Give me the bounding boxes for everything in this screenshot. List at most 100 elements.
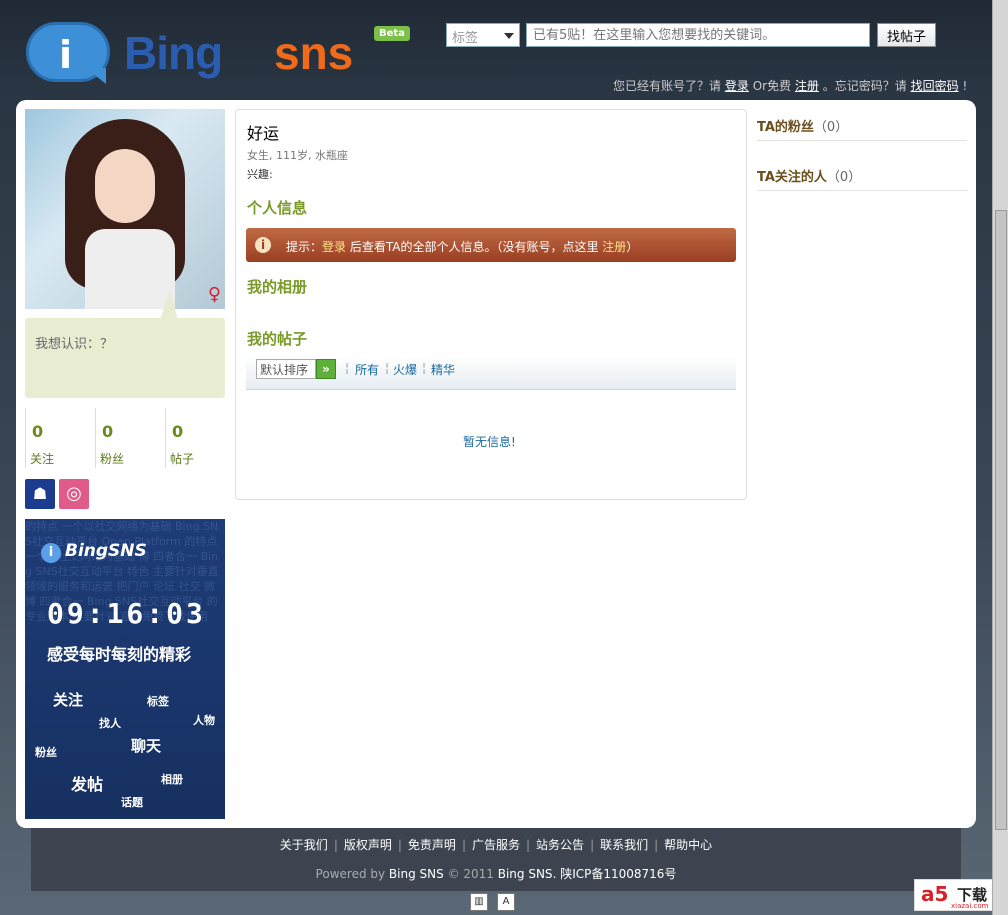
banner-word: 粉丝 — [35, 746, 57, 759]
banner-logo: i BingSNS — [41, 541, 147, 563]
a5-sub: xiazai.com — [951, 902, 989, 910]
banner-word: 聊天 — [131, 737, 162, 755]
forgot-prompt-text: 。忘记密码？请 — [822, 79, 907, 93]
banner-info-icon: i — [41, 543, 61, 563]
footer-divider: | — [333, 838, 338, 852]
footer-link-copyright[interactable]: 版权声明 — [344, 838, 392, 852]
a5-watermark-logo: a5 下载 xiazai.com — [914, 879, 1002, 911]
section-title-personal-info: 个人信息 — [247, 199, 308, 217]
section-title-album: 我的相册 — [247, 278, 308, 296]
vertical-scrollbar[interactable] — [992, 0, 1008, 915]
login-link[interactable]: 登录 — [725, 79, 749, 93]
msn-icon[interactable]: ☗ — [25, 479, 55, 509]
logo-bubble-tail — [86, 68, 106, 84]
filter-featured[interactable]: 精华 — [431, 361, 455, 378]
powered-prefix: Powered by — [315, 867, 389, 881]
footer-link-ads[interactable]: 广告服务 — [472, 838, 520, 852]
copyright-text: © 2011 — [443, 867, 498, 881]
login-tip-bar: i 提示：登录 后查看TA的全部个人信息。（没有账号，点这里 注册） — [246, 228, 736, 262]
tip-suffix: ） — [626, 240, 639, 254]
stats-counter-icon[interactable]: ▥ — [470, 893, 488, 911]
banner-clock: 09:16:03 — [47, 597, 206, 630]
forgot-password-link[interactable]: 找回密码 — [911, 79, 959, 93]
speech-tail — [160, 290, 178, 320]
banner-word: 发帖 — [71, 775, 104, 794]
footer-divider: | — [590, 838, 595, 852]
chevron-down-icon — [504, 33, 514, 39]
footer-link-help[interactable]: 帮助中心 — [664, 838, 712, 852]
banner-word: 标签 — [147, 695, 169, 708]
banner-word: 人物 — [193, 714, 215, 727]
filter-all[interactable]: 所有 — [355, 361, 379, 378]
stat-following[interactable]: 0 关注 — [25, 408, 93, 468]
beta-badge: Beta — [374, 26, 410, 41]
footer-divider: | — [461, 838, 466, 852]
stat-value: 0 — [102, 422, 114, 441]
section-title-posts: 我的帖子 — [247, 330, 308, 348]
footer-link-announcements[interactable]: 站务公告 — [536, 838, 584, 852]
sort-select[interactable]: 默认排序 — [256, 359, 316, 379]
dribbble-icon[interactable]: ◎ — [59, 479, 89, 509]
stat-label: 关注 — [30, 452, 55, 466]
scrollbar-thumb[interactable] — [995, 210, 1007, 830]
following-heading[interactable]: TA关注的人（0） — [757, 166, 861, 185]
footer-divider: | — [654, 838, 659, 852]
user-meta: 女生, 111岁, 水瓶座 — [247, 149, 348, 162]
user-interest: 兴趣: — [247, 168, 273, 181]
login-bar: 您已经有账号了？请 登录 Or免费 注册 。忘记密码？请 找回密码 ! — [613, 77, 973, 94]
footer-divider: | — [397, 838, 402, 852]
empty-state-text: 暂无信息! — [463, 435, 516, 449]
following-count: （0） — [826, 170, 862, 185]
banner-word: 找人 — [99, 717, 121, 730]
search-type-value: 标签 — [452, 31, 479, 46]
footer: 关于我们 | 版权声明 | 免责声明 | 广告服务 | 站务公告 | 联系我们 | 帮助中心 Power… — [31, 828, 961, 891]
register-link[interactable]: 注册 — [795, 79, 819, 93]
female-symbol-icon: ♀ — [207, 284, 221, 305]
footer-powered-by: Powered by Bing SNS © 2011 Bing SNS. 陕IC… — [31, 865, 961, 882]
search-type-select[interactable]: 标签 — [446, 23, 520, 47]
double-arrow-icon[interactable]: » — [316, 359, 336, 379]
stat-value: 0 — [32, 422, 44, 441]
tip-login-link[interactable]: 登录 — [322, 240, 346, 254]
banner-slogan: 感受每时每刻的精彩 — [47, 645, 192, 664]
user-name: 好运 — [247, 124, 280, 143]
filter-divider: ¦ — [422, 361, 427, 375]
stat-posts[interactable]: 0 帖子 — [165, 408, 233, 468]
login-prompt-text: 您已经有账号了？请 — [613, 79, 722, 93]
analytics-icon[interactable]: A — [497, 893, 515, 911]
filter-divider: ¦ — [385, 361, 390, 375]
copyright-brand: Bing SNS — [497, 867, 553, 881]
logo-wordmark-bing: Bing — [124, 27, 223, 79]
footer-link-about[interactable]: 关于我们 — [280, 838, 328, 852]
footer-link-disclaimer[interactable]: 免责声明 — [408, 838, 456, 852]
filter-hot[interactable]: 火爆 — [393, 361, 417, 378]
banner-word: 相册 — [161, 773, 183, 786]
divider — [757, 190, 967, 191]
banner-word: 关注 — [53, 691, 84, 709]
login-bar-suffix: ! — [962, 79, 968, 93]
tip-prefix: 提示： — [286, 240, 323, 254]
footer-link-contact[interactable]: 联系我们 — [600, 838, 648, 852]
footer-links: 关于我们 | 版权声明 | 免责声明 | 广告服务 | 站务公告 | 联系我们 | 帮助中心 — [31, 836, 961, 853]
promo-banner[interactable]: 的特点 一个以社交网络为基础 Bing SNS社交互动平台 Open Platf… — [25, 519, 225, 819]
register-prompt-text: Or免费 — [752, 79, 792, 93]
stat-label: 帖子 — [170, 452, 195, 466]
banner-word: 话题 — [121, 796, 143, 809]
search-button[interactable]: 找帖子 — [877, 23, 936, 47]
search-input[interactable] — [526, 23, 870, 47]
fans-heading[interactable]: TA的粉丝（0） — [757, 116, 848, 135]
filter-divider: ¦ — [345, 361, 350, 375]
want-to-know-box — [25, 318, 225, 398]
site-logo[interactable]: i Bing sns Beta — [24, 20, 424, 90]
tip-register-link[interactable]: 注册 — [602, 240, 626, 254]
avatar-face — [95, 149, 155, 223]
footer-divider: | — [526, 838, 531, 852]
info-icon: i — [255, 237, 271, 253]
divider — [757, 140, 967, 141]
powered-brand-link[interactable]: Bing SNS — [389, 867, 444, 881]
stat-fans[interactable]: 0 粉丝 — [95, 408, 163, 468]
tip-text: 提示：登录 后查看TA的全部个人信息。（没有账号，点这里 注册） — [286, 238, 638, 255]
banner-logo-text: BingSNS — [65, 541, 147, 561]
a5-mark: a5 — [921, 882, 949, 906]
avatar[interactable]: ♀ — [25, 109, 225, 309]
